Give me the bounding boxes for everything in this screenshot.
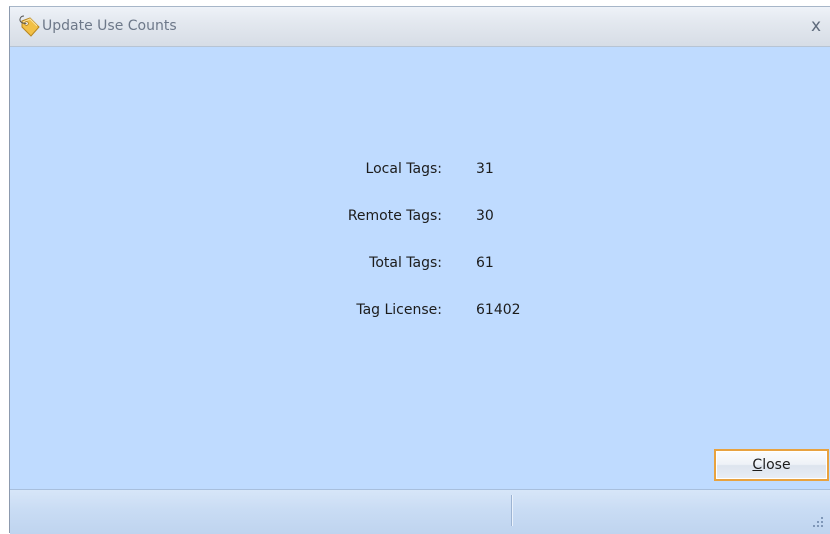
close-window-icon[interactable]: x (808, 17, 824, 35)
field-row-remote-tags: Remote Tags: (230, 208, 442, 230)
field-row-tag-license: Tag License: (230, 302, 442, 324)
field-value-tag-license: 61402 (476, 302, 521, 318)
field-row-total-tags: Total Tags: (230, 255, 442, 277)
status-bar (10, 489, 830, 534)
field-label: Total Tags: (369, 255, 442, 271)
dialog-content: Local Tags: 31 Remote Tags: 30 Total Tag… (10, 47, 830, 489)
close-button-mnemonic: C (752, 457, 763, 473)
field-label: Local Tags: (365, 161, 442, 177)
field-label: Tag License: (356, 302, 442, 318)
field-value-remote-tags: 30 (476, 208, 494, 224)
field-row-local-tags: Local Tags: (230, 161, 442, 183)
close-button[interactable]: Close (714, 449, 829, 481)
tag-icon (19, 15, 40, 37)
dialog-window: Update Use Counts x Local Tags: 31 Remot… (9, 6, 830, 534)
status-divider (511, 495, 512, 526)
window-title: Update Use Counts (42, 18, 177, 34)
resize-grip-icon[interactable] (812, 516, 824, 528)
field-value-total-tags: 61 (476, 255, 494, 271)
close-button-label: lose (762, 457, 791, 473)
field-value-local-tags: 31 (476, 161, 494, 177)
title-bar[interactable]: Update Use Counts x (10, 7, 830, 47)
field-label: Remote Tags: (347, 208, 442, 224)
